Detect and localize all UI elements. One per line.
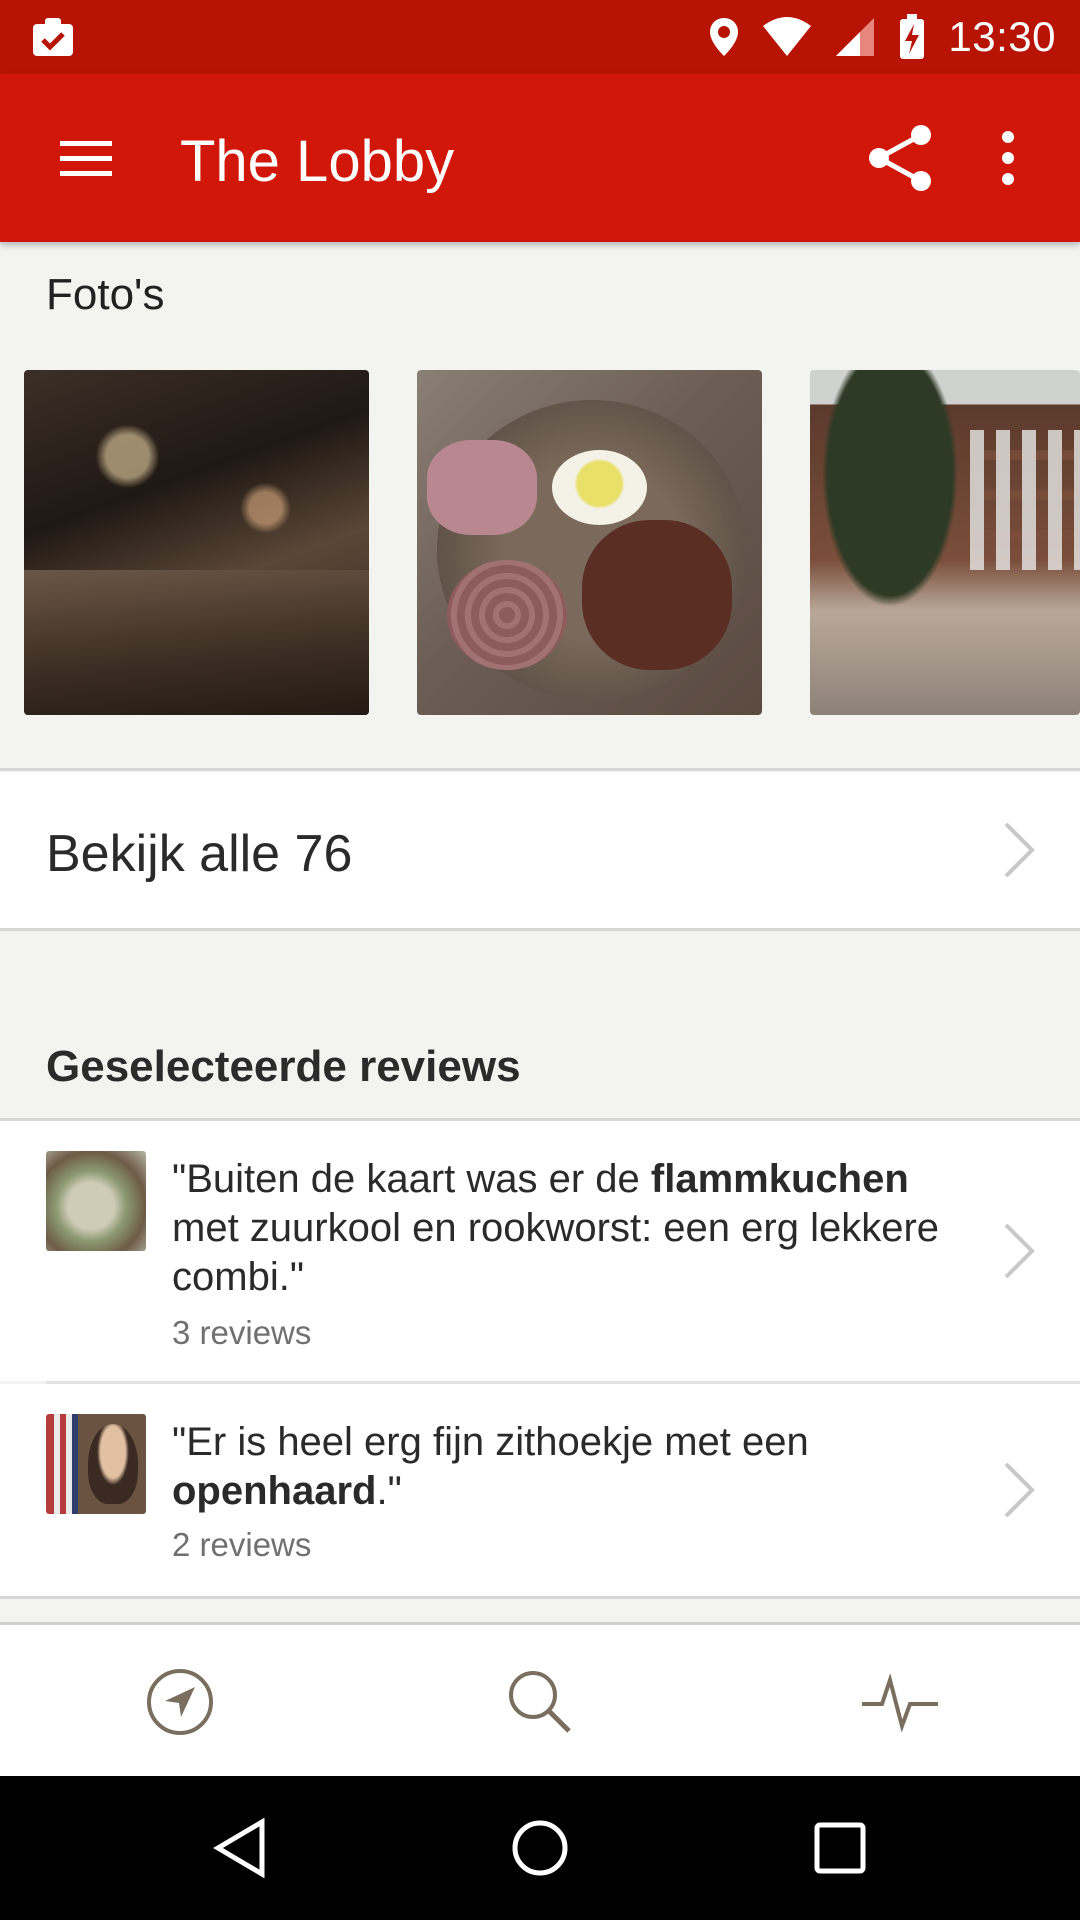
recents-button[interactable] [740,1776,940,1920]
review-item[interactable]: "Buiten de kaart was er de flammkuchen m… [0,1121,1080,1381]
system-navigation-bar [0,1776,1080,1920]
overflow-menu-icon [1002,131,1014,185]
review-item[interactable]: "Er is heel erg fijn zithoekje met een o… [0,1384,1080,1596]
navigation-compass-icon [147,1669,213,1735]
reviews-section-title: Geselecteerde reviews [46,1042,521,1091]
photo-thumbnail[interactable] [417,370,762,715]
tab-search[interactable] [360,1625,720,1779]
wifi-icon [763,17,812,56]
review-count: 3 reviews [172,1314,312,1351]
chevron-right-icon [1004,1223,1035,1279]
tab-nearby[interactable] [0,1625,360,1779]
search-icon [509,1671,571,1733]
activity-pulse-icon [862,1672,938,1732]
review-quote: "Er is heel erg fijn zithoekje met een o… [172,1420,809,1513]
review-count: 2 reviews [172,1526,312,1563]
home-icon [512,1820,568,1876]
divider [0,928,1080,931]
review-thumbnail [46,1414,146,1514]
location-pin-icon [710,18,739,56]
cell-signal-icon [836,18,875,56]
share-icon [869,125,931,191]
status-bar: 13:30 [0,0,1080,74]
page-title: The Lobby [180,129,455,194]
tab-activity[interactable] [720,1625,1080,1779]
divider [0,768,1080,771]
chevron-right-icon [1004,822,1035,878]
photo-thumbnail[interactable] [24,370,369,715]
review-quote: "Buiten de kaart was er de flammkuchen m… [172,1157,940,1299]
battery-charging-icon [900,14,925,59]
bottom-navigation [0,1622,1080,1776]
app-bar: The Lobby [0,74,1080,242]
share-button[interactable] [860,118,940,198]
see-all-label: Bekijk alle 76 [46,825,353,883]
menu-button[interactable] [46,124,126,194]
photo-thumbnail[interactable] [810,370,1080,715]
review-thumbnail [46,1151,146,1251]
photos-section-title: Foto's [46,270,165,319]
clipboard-check-icon [33,18,73,56]
home-button[interactable] [440,1776,640,1920]
menu-icon [60,141,112,176]
see-all-photos-row[interactable]: Bekijk alle 76 [0,772,1080,928]
status-time: 13:30 [948,13,1056,60]
overflow-menu-button[interactable] [975,118,1041,198]
divider [0,1596,1080,1599]
back-button[interactable] [140,1776,340,1920]
chevron-right-icon [1004,1462,1035,1518]
recents-icon [814,1822,866,1874]
back-icon [213,1818,265,1878]
